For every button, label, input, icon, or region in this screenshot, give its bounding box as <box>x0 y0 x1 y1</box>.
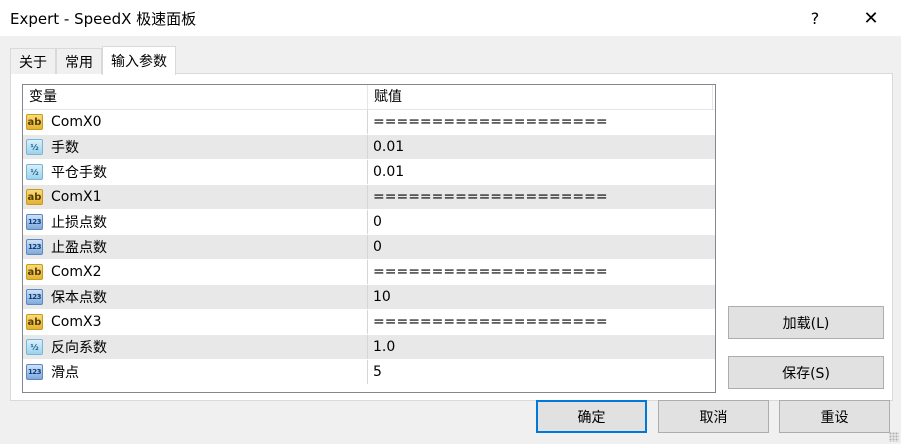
variable-cell[interactable]: ab ComX3 <box>23 310 368 334</box>
string-type-icon: ab <box>26 314 43 330</box>
value-cell[interactable]: 5 <box>368 360 715 384</box>
table-row[interactable]: ½ 平仓手数 0.01 <box>23 160 715 185</box>
ok-button[interactable]: 确定 <box>536 400 647 433</box>
variable-cell[interactable]: ½ 反向系数 <box>23 335 368 359</box>
column-header-variable[interactable]: 变量 <box>23 85 368 110</box>
table-row[interactable]: ½ 反向系数 1.0 <box>23 335 715 360</box>
table-row[interactable]: ab ComX0 ==================== <box>23 110 715 135</box>
variable-cell[interactable]: 123 止损点数 <box>23 210 368 234</box>
value-cell[interactable]: ==================== <box>368 110 715 134</box>
variable-name: ComX2 <box>51 264 102 280</box>
title-bar: Expert - SpeedX 极速面板 ? ✕ <box>0 0 901 36</box>
variable-name: ComX3 <box>51 314 102 330</box>
tab-strip: 关于 常用 输入参数 <box>10 46 176 75</box>
string-type-icon: ab <box>26 189 43 205</box>
double-type-icon: ½ <box>26 339 43 355</box>
value-cell[interactable]: 0.01 <box>368 160 715 184</box>
variable-cell[interactable]: 123 保本点数 <box>23 285 368 309</box>
table-row[interactable]: ab ComX2 ==================== <box>23 260 715 285</box>
string-type-icon: ab <box>26 114 43 130</box>
header-divider <box>712 85 713 110</box>
variable-name: 保本点数 <box>51 290 107 306</box>
tab-inputs[interactable]: 输入参数 <box>102 46 176 75</box>
variable-name: 止损点数 <box>51 215 107 231</box>
variable-cell[interactable]: 123 止盈点数 <box>23 235 368 259</box>
variable-name: 平仓手数 <box>51 165 107 181</box>
resize-grip-icon[interactable] <box>889 432 899 442</box>
table-row[interactable]: 123 保本点数 10 <box>23 285 715 310</box>
integer-type-icon: 123 <box>26 214 43 230</box>
variable-name: 止盈点数 <box>51 240 107 256</box>
grid-header: 变量 赋值 <box>23 85 715 110</box>
table-row[interactable]: 123 止损点数 0 <box>23 210 715 235</box>
value-cell[interactable]: 0.01 <box>368 135 715 159</box>
table-row[interactable]: ab ComX3 ==================== <box>23 310 715 335</box>
cancel-button[interactable]: 取消 <box>658 400 769 433</box>
value-cell[interactable]: 0 <box>368 210 715 234</box>
value-cell[interactable]: 0 <box>368 235 715 259</box>
table-row[interactable]: ab ComX1 ==================== <box>23 185 715 210</box>
value-cell[interactable]: 10 <box>368 285 715 309</box>
table-row[interactable]: 123 滑点 5 <box>23 360 715 385</box>
variable-cell[interactable]: 123 滑点 <box>23 360 368 384</box>
close-button[interactable]: ✕ <box>848 0 894 36</box>
reset-button[interactable]: 重设 <box>779 400 890 433</box>
integer-type-icon: 123 <box>26 364 43 380</box>
variable-cell[interactable]: ab ComX0 <box>23 110 368 134</box>
integer-type-icon: 123 <box>26 239 43 255</box>
variable-name: ComX1 <box>51 189 102 205</box>
help-button[interactable]: ? <box>792 0 838 36</box>
variable-cell[interactable]: ab ComX1 <box>23 185 368 209</box>
tab-about[interactable]: 关于 <box>10 48 56 74</box>
value-cell[interactable]: ==================== <box>368 185 715 209</box>
load-button[interactable]: 加载(L) <box>728 306 884 339</box>
integer-type-icon: 123 <box>26 289 43 305</box>
double-type-icon: ½ <box>26 164 43 180</box>
save-button[interactable]: 保存(S) <box>728 356 884 389</box>
variable-cell[interactable]: ab ComX2 <box>23 260 368 284</box>
table-row[interactable]: ½ 手数 0.01 <box>23 135 715 160</box>
table-row[interactable]: 123 止盈点数 0 <box>23 235 715 260</box>
value-cell[interactable]: ==================== <box>368 310 715 334</box>
variable-name: ComX0 <box>51 114 102 130</box>
variable-name: 反向系数 <box>51 340 107 356</box>
tab-common[interactable]: 常用 <box>56 48 102 74</box>
variable-name: 手数 <box>51 140 79 156</box>
value-cell[interactable]: ==================== <box>368 260 715 284</box>
variable-cell[interactable]: ½ 平仓手数 <box>23 160 368 184</box>
string-type-icon: ab <box>26 264 43 280</box>
variable-cell[interactable]: ½ 手数 <box>23 135 368 159</box>
double-type-icon: ½ <box>26 139 43 155</box>
column-header-value[interactable]: 赋值 <box>368 85 715 110</box>
window-title: Expert - SpeedX 极速面板 <box>10 10 197 28</box>
value-cell[interactable]: 1.0 <box>368 335 715 359</box>
parameters-grid: 变量 赋值 ab ComX0 ==================== ½ 手数 0.01… <box>22 84 716 393</box>
variable-name: 滑点 <box>51 365 79 381</box>
